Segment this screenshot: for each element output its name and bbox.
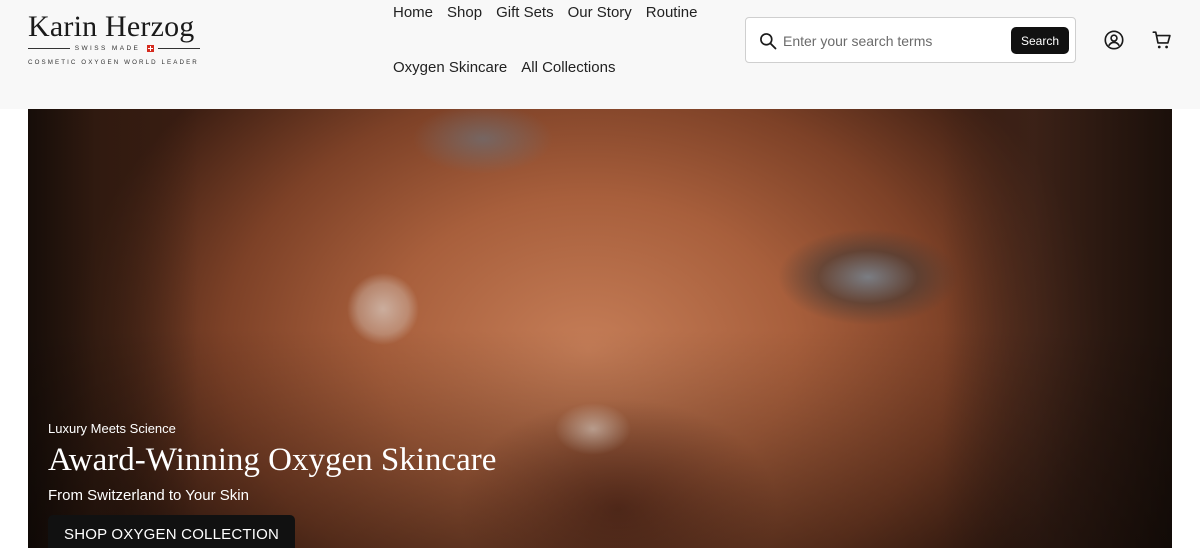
logo-swiss-made: SWISS MADE [74,44,141,52]
swiss-flag-icon [147,44,155,52]
nav-item-oxygen-skincare[interactable]: Oxygen Skincare [393,59,507,76]
main-nav-secondary: Oxygen Skincare All Collections [393,59,615,76]
hero-subtitle: From Switzerland to Your Skin [48,487,249,504]
nav-item-shop[interactable]: Shop [447,4,482,21]
site-header: Karin Herzog SWISS MADE COSMETIC OXYGEN … [0,0,1200,109]
logo-swiss-made-line: SWISS MADE [28,43,201,53]
logo-brand-name: Karin Herzog [28,10,195,43]
logo-tagline: COSMETIC OXYGEN WORLD LEADER [28,59,199,66]
account-icon[interactable] [1103,29,1125,51]
nav-item-gift-sets[interactable]: Gift Sets [496,4,554,21]
shop-oxygen-collection-button[interactable]: SHOP OXYGEN COLLECTION [48,515,296,548]
nav-item-routine[interactable]: Routine [646,4,698,21]
main-nav-primary: Home Shop Gift Sets Our Story Routine [393,4,697,21]
cart-icon[interactable] [1151,29,1173,51]
search-input[interactable] [783,29,1003,53]
logo-rule-left [28,47,70,49]
hero-content: Luxury Meets Science Award-Winning Oxyge… [48,421,568,548]
search-icon [760,33,777,50]
brand-logo[interactable]: Karin Herzog SWISS MADE COSMETIC OXYGEN … [28,10,201,68]
nav-item-all-collections[interactable]: All Collections [521,59,615,76]
hero-title: Award-Winning Oxygen Skincare [48,442,497,478]
search-bar: Search [745,17,1076,63]
hero-banner: Luxury Meets Science Award-Winning Oxyge… [28,109,1172,548]
logo-rule-right [158,47,201,49]
nav-item-home[interactable]: Home [393,4,433,21]
hero-eyebrow: Luxury Meets Science [48,421,176,436]
nav-item-our-story[interactable]: Our Story [568,4,632,21]
search-button[interactable]: Search [1011,27,1069,54]
